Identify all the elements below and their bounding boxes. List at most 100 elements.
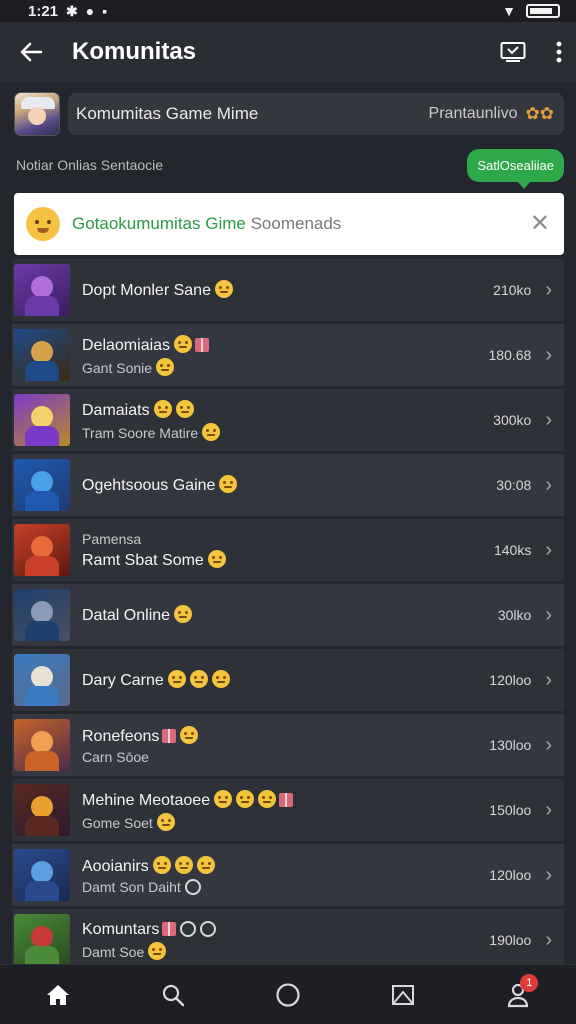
list-item[interactable]: Aooianirs Damt Son Daiht 120loo › xyxy=(12,844,564,906)
chevron-right-icon: › xyxy=(545,473,552,496)
game-title: Ronefeons xyxy=(82,725,489,746)
community-avatar[interactable] xyxy=(14,92,60,136)
more-button[interactable] xyxy=(556,41,562,63)
emoji-icon xyxy=(258,789,277,808)
emoji-icon xyxy=(175,399,194,418)
game-title: Mehine Meotaoee xyxy=(82,789,489,810)
banner-text-green: Gotaokumumitas Gime xyxy=(72,214,246,233)
game-count: 30:08 xyxy=(496,477,532,493)
status-bar: 1:21 ✱ ● ▪ ▼ xyxy=(0,0,576,22)
game-info: Dary Carne xyxy=(82,670,489,690)
chevron-right-icon: › xyxy=(545,603,552,626)
battery-icon xyxy=(526,4,560,18)
status-right: ▼ xyxy=(502,4,560,18)
back-button[interactable] xyxy=(16,37,46,67)
game-thumbnail xyxy=(14,654,70,706)
game-title: Dopt Monler Sane xyxy=(82,280,493,300)
emoji-icon xyxy=(180,725,199,744)
list-item[interactable]: Komuntars Damt Soe 190loo › xyxy=(12,909,564,971)
screen-button[interactable] xyxy=(500,41,526,63)
emoji-icon xyxy=(214,789,233,808)
monitor-icon xyxy=(500,42,526,62)
list-item[interactable]: Datal Online 30lko › xyxy=(12,584,564,646)
game-info: Delaomiaias Gant Sonie xyxy=(82,334,489,376)
list-item[interactable]: Damaiats Tram Soore Matire 300ko › xyxy=(12,389,564,451)
nav-create[interactable] xyxy=(258,970,318,1020)
game-thumbnail xyxy=(14,394,70,446)
recommendation-banner[interactable]: Gotaokumumitas Gime Soomenads ✕ xyxy=(14,193,564,255)
gift-icon xyxy=(162,921,177,936)
game-title: Aooianirs xyxy=(82,855,489,876)
game-count: 190loo xyxy=(489,932,532,948)
app-actions xyxy=(500,41,562,63)
game-info: Mehine Meotaoee Gome Soet xyxy=(82,789,489,831)
game-info: Komuntars Damt Soe xyxy=(82,920,489,960)
close-icon[interactable]: ✕ xyxy=(530,212,550,236)
game-count: 300ko xyxy=(493,412,532,428)
game-info: Ronefeons Carn Sōoe xyxy=(82,725,489,765)
game-subtitle: Carn Sōoe xyxy=(82,748,149,765)
community-tag: Prantaunlivo xyxy=(428,105,518,122)
app-notification-icon: ● xyxy=(85,3,95,19)
game-info: Damaiats Tram Soore Matire xyxy=(82,399,493,441)
community-search-bar[interactable]: Komumitas Game Mime Prantaunlivo ✿✿ xyxy=(68,93,564,135)
emoji-icon xyxy=(174,605,193,623)
nav-search[interactable] xyxy=(143,970,203,1020)
game-info: Ogehtsoous Gaine xyxy=(82,475,496,495)
banner-text: Gotaokumumitas Gime Soomenads xyxy=(72,214,530,234)
chevron-right-icon: › xyxy=(545,928,552,951)
list-item[interactable]: Ronefeons Carn Sōoe 130loo › xyxy=(12,714,564,776)
game-title: Ogehtsoous Gaine xyxy=(82,475,496,495)
game-thumbnail xyxy=(14,329,70,381)
emoji-icon xyxy=(156,357,175,376)
game-title: Datal Online xyxy=(82,605,498,625)
emoji-icon xyxy=(236,789,255,808)
chevron-right-icon: › xyxy=(545,733,552,756)
list-item[interactable]: Dopt Monler Sane 210ko › xyxy=(12,259,564,321)
game-count: 130loo xyxy=(489,737,532,753)
app-bar: Komunitas xyxy=(0,22,576,82)
circle-icon xyxy=(276,982,300,1007)
list-item[interactable]: Delaomiaias Gant Sonie 180.68 › xyxy=(12,324,564,386)
chevron-right-icon: › xyxy=(545,343,552,366)
tooltip-pill[interactable]: SatlOsealiiae xyxy=(467,148,564,189)
nav-profile[interactable]: 1 xyxy=(488,970,548,1020)
emoji-icon xyxy=(207,549,226,568)
game-thumbnail xyxy=(14,784,70,836)
search-icon xyxy=(162,984,184,1006)
community-name: Komumitas Game Mime xyxy=(76,104,259,123)
avatar-face xyxy=(28,107,46,125)
emoji-icon xyxy=(152,855,171,874)
file-icon: ▪ xyxy=(102,3,108,19)
subtitle-row: Notiar Onlias Sentaocie SatlOsealiiae xyxy=(16,140,564,190)
emoji-icon xyxy=(174,334,193,353)
game-count: 180.68 xyxy=(488,347,532,363)
game-info: Pamensa Ramt Sbat Some xyxy=(82,531,494,570)
list-item[interactable]: Mehine Meotaoee Gome Soet 150loo › xyxy=(12,779,564,841)
bottom-nav: 1 xyxy=(0,964,576,1024)
nav-home[interactable] xyxy=(28,970,88,1020)
banner-text-muted: Soomenads xyxy=(250,214,342,233)
emoji-icon xyxy=(202,422,221,441)
circle-icon xyxy=(200,920,217,937)
list-item[interactable]: Pamensa Ramt Sbat Some 140ks › xyxy=(12,519,564,581)
list-item[interactable]: Dary Carne 120loo › xyxy=(12,649,564,711)
game-count: 150loo xyxy=(489,802,532,818)
community-subtitle: Notiar Onlias Sentaocie xyxy=(16,157,164,173)
nav-inbox[interactable] xyxy=(373,970,433,1020)
game-title: Komuntars xyxy=(82,920,489,939)
game-title: Pamensa xyxy=(82,530,142,547)
chevron-right-icon: › xyxy=(545,863,552,886)
game-thumbnail xyxy=(14,524,70,576)
chevron-right-icon: › xyxy=(545,278,552,301)
status-left: 1:21 ✱ ● ▪ xyxy=(28,3,107,20)
game-title: Delaomiaias xyxy=(82,334,489,355)
list-item[interactable]: Ogehtsoous Gaine 30:08 › xyxy=(12,454,564,516)
emoji-icon xyxy=(156,812,175,831)
emoji-icon xyxy=(148,941,167,960)
game-thumbnail xyxy=(14,459,70,511)
game-count: 140ks xyxy=(493,542,532,558)
game-subtitle: Gant Sonie xyxy=(82,357,489,376)
more-vertical-icon xyxy=(556,41,562,63)
gift-icon xyxy=(279,792,294,807)
